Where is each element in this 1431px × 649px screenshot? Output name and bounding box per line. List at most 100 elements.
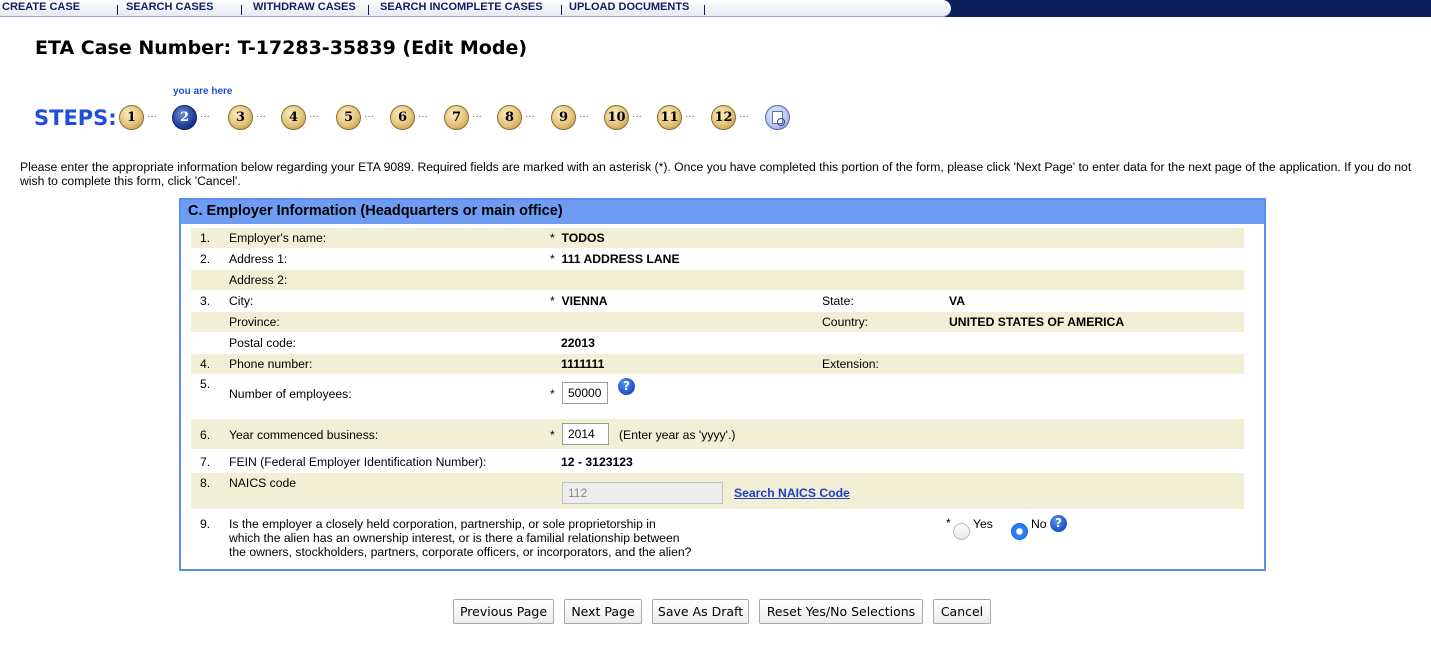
row-number-of-employees: 5. Number of employees: * 50000 ? [191, 376, 1244, 418]
step-number: 11 [660, 110, 679, 125]
step-connector: ··· [525, 111, 535, 122]
phone-label: Phone number: [229, 357, 313, 371]
step-5-button[interactable]: 5 [336, 105, 361, 130]
steps-label: STEPS: [34, 106, 117, 130]
reset-yes-no-button[interactable]: Reset Yes/No Selections [759, 599, 923, 624]
row-year-commenced: 6. Year commenced business: * 2014 (Ente… [191, 419, 1244, 449]
row-number: 1. [200, 231, 211, 245]
help-icon[interactable]: ? [1050, 515, 1067, 532]
step-number: 10 [607, 110, 626, 125]
step-number: 2 [179, 110, 190, 125]
employer-information-panel: C. Employer Information (Headquarters or… [179, 198, 1266, 571]
step-number: 6 [397, 110, 408, 125]
required-mark: * [550, 294, 555, 308]
city-label: City: [229, 294, 254, 308]
step-connector: ··· [256, 111, 266, 122]
step-number: 9 [558, 110, 569, 125]
row-number: 8. [200, 476, 211, 490]
province-label: Province: [229, 315, 280, 329]
address1-label: Address 1: [229, 252, 288, 266]
step-number: 7 [451, 110, 462, 125]
nav-search-cases[interactable]: SEARCH CASES [126, 1, 213, 13]
step-number: 1 [126, 110, 137, 125]
row-number: 2. [200, 252, 211, 266]
required-mark: * [550, 231, 555, 245]
step-connector: ··· [147, 111, 157, 122]
row-employer-name: 1. Employer's name: * TODOS [191, 228, 1244, 248]
year-commenced-label: Year commenced business: [229, 428, 379, 442]
step-connector: ··· [364, 111, 374, 122]
row-fein: 7. FEIN (Federal Employer Identification… [191, 450, 1244, 472]
row-number: 4. [200, 357, 211, 371]
step-12-button[interactable]: 12 [711, 105, 736, 130]
step-connector: ··· [472, 111, 482, 122]
step-3-button[interactable]: 3 [228, 105, 253, 130]
step-number: 3 [235, 110, 246, 125]
next-page-button[interactable]: Next Page [564, 599, 642, 624]
step-4-button[interactable]: 4 [281, 105, 306, 130]
cancel-button[interactable]: Cancel [933, 599, 991, 624]
step-6-button[interactable]: 6 [390, 105, 415, 130]
step-number: 12 [714, 110, 733, 125]
page-title: ETA Case Number: T-17283-35839 (Edit Mod… [35, 37, 528, 59]
search-naics-code-link[interactable]: Search NAICS Code [734, 486, 850, 500]
section-title: C. Employer Information (Headquarters or… [181, 200, 1264, 224]
year-commenced-input[interactable]: 2014 [562, 423, 609, 445]
required-mark: * [550, 387, 555, 401]
extension-label: Extension: [822, 357, 879, 371]
row-number: 7. [200, 455, 211, 469]
year-format-hint: (Enter year as 'yyyy'.) [619, 428, 736, 442]
address2-label: Address 2: [229, 273, 288, 287]
closely-held-no-radio[interactable] [1011, 523, 1028, 540]
step-connector: ··· [418, 111, 428, 122]
closely-held-yes-radio[interactable] [953, 523, 970, 540]
nav-create-case[interactable]: CREATE CASE [2, 1, 80, 13]
no-label: No [1031, 517, 1047, 531]
step-review-button[interactable] [765, 105, 790, 130]
step-number: 5 [343, 110, 354, 125]
step-11-button[interactable]: 11 [657, 105, 682, 130]
row-number: 5. [200, 377, 211, 391]
closely-held-question-line-3: the owners, stockholders, partners, corp… [229, 545, 692, 559]
nav-separator [241, 5, 242, 15]
row-number: 9. [200, 517, 211, 531]
nav-separator [117, 5, 118, 15]
step-7-button[interactable]: 7 [444, 105, 469, 130]
naics-label: NAICS code [229, 476, 297, 490]
closely-held-question-line-1: Is the employer a closely held corporati… [229, 517, 656, 531]
naics-code-input: 112 [562, 482, 723, 504]
step-9-button[interactable]: 9 [551, 105, 576, 130]
number-of-employees-input[interactable]: 50000 [562, 382, 608, 404]
fein-label: FEIN (Federal Employer Identification Nu… [229, 455, 487, 469]
yes-label: Yes [973, 517, 993, 531]
nav-separator [704, 5, 705, 15]
step-2-button-current[interactable]: 2 [172, 105, 197, 130]
help-icon[interactable]: ? [618, 378, 635, 395]
top-navigation: CREATE CASE SEARCH CASES WITHDRAW CASES … [0, 0, 1431, 17]
city-value: * VIENNA [550, 294, 608, 308]
step-connector: ··· [632, 111, 642, 122]
row-province: Province: Country: UNITED STATES OF AMER… [191, 312, 1244, 332]
step-8-button[interactable]: 8 [497, 105, 522, 130]
row-number: 3. [200, 294, 211, 308]
nav-search-incomplete-cases[interactable]: SEARCH INCOMPLETE CASES [380, 1, 543, 13]
previous-page-button[interactable]: Previous Page [453, 599, 554, 624]
required-mark: * [550, 252, 555, 266]
required-mark: * [946, 516, 951, 530]
country-value: UNITED STATES OF AMERICA [949, 315, 1125, 329]
save-as-draft-button[interactable]: Save As Draft [652, 599, 749, 624]
step-number: 8 [504, 110, 515, 125]
employees-label: Number of employees: [229, 387, 352, 401]
address1-value: * 111 ADDRESS LANE [550, 252, 680, 266]
nav-withdraw-cases[interactable]: WITHDRAW CASES [253, 1, 356, 13]
fein-value: 12 - 3123123 [561, 455, 633, 469]
postal-code-value: 22013 [561, 336, 595, 350]
nav-separator [368, 5, 369, 15]
document-review-icon [772, 111, 785, 126]
nav-upload-documents[interactable]: UPLOAD DOCUMENTS [569, 1, 689, 13]
closely-held-question-line-2: which the alien has an ownership interes… [229, 531, 680, 545]
step-1-button[interactable]: 1 [119, 105, 144, 130]
step-10-button[interactable]: 10 [604, 105, 629, 130]
nav-pill: CREATE CASE SEARCH CASES WITHDRAW CASES … [0, 0, 951, 17]
country-label: Country: [822, 315, 869, 329]
